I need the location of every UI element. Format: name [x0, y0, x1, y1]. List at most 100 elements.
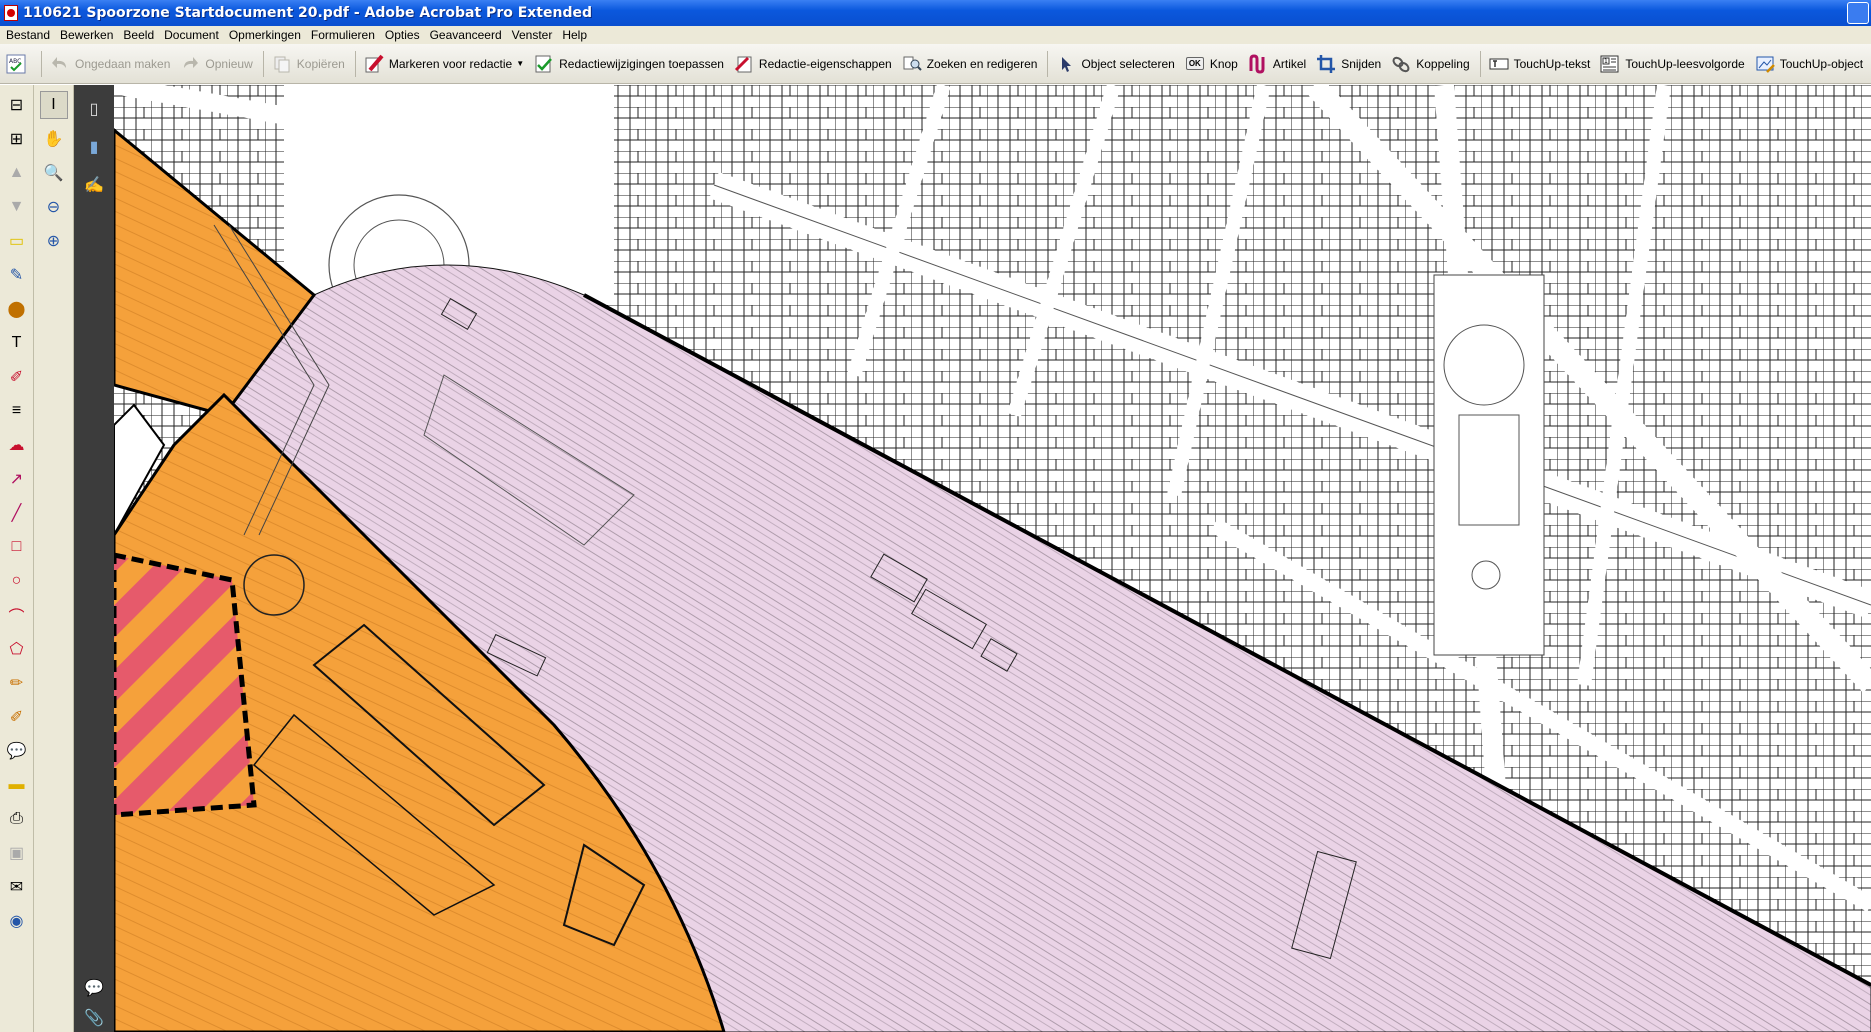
- undo-label: Ongedaan maken: [75, 56, 171, 71]
- copy-button[interactable]: Kopiëren: [268, 49, 351, 79]
- redaction-properties-label: Redactie-eigenschappen: [758, 56, 892, 71]
- touchup-object-button[interactable]: TouchUp-object: [1751, 49, 1869, 79]
- menu-geavanceerd[interactable]: Geavanceerd: [426, 26, 508, 44]
- toolbar-separator: [1479, 50, 1481, 77]
- stamp-icon[interactable]: ⬤: [3, 295, 31, 323]
- copy-label: Kopiëren: [296, 56, 345, 71]
- map-drawing: [114, 85, 1871, 1032]
- bookmarks-panel-icon[interactable]: ▮: [80, 133, 108, 161]
- redaction-marker-icon: [364, 54, 384, 74]
- touchup-text-icon: [1489, 54, 1509, 74]
- toolbar-separator: [354, 50, 356, 77]
- navigation-tool-pane: I ✋ 🔍 ⊖ ⊕: [34, 85, 74, 1032]
- redo-label: Opnieuw: [205, 56, 253, 71]
- polygon-tool-icon[interactable]: ⬠: [3, 635, 31, 663]
- mark-redaction-button[interactable]: Markeren voor redactie ▼: [360, 49, 530, 79]
- chevron-down-icon[interactable]: ▼: [516, 59, 524, 68]
- touchup-reading-order-button[interactable]: 1 TouchUp-leesvolgorde: [1596, 49, 1750, 79]
- menu-opties[interactable]: Opties: [381, 26, 426, 44]
- print-icon[interactable]: ⎙: [3, 805, 31, 833]
- save-icon[interactable]: ▣: [3, 839, 31, 867]
- select-object-label: Object selecteren: [1081, 56, 1175, 71]
- text-edit-icon[interactable]: ✎: [3, 261, 31, 289]
- globe-icon[interactable]: ◉: [3, 907, 31, 935]
- arrow-down-icon[interactable]: ▼: [3, 193, 31, 221]
- copy-icon: [272, 54, 292, 74]
- hatched-redevelopment-area: [114, 552, 257, 818]
- lines-icon[interactable]: ≡: [3, 397, 31, 425]
- menu-document[interactable]: Document: [160, 26, 225, 44]
- oval-tool-icon[interactable]: ○: [3, 567, 31, 595]
- eraser-tool-icon[interactable]: ✐: [3, 703, 31, 731]
- search-redact-button[interactable]: Zoeken en redigeren: [898, 49, 1044, 79]
- park-area: [1433, 274, 1545, 656]
- svg-text:1: 1: [1604, 58, 1608, 65]
- zoom-in-icon[interactable]: ⊕: [40, 227, 68, 255]
- document-page-view[interactable]: [114, 85, 1871, 1032]
- redo-button[interactable]: Opnieuw: [176, 49, 258, 79]
- select-object-button[interactable]: Object selecteren: [1052, 49, 1180, 79]
- window-titlebar: 110621 Spoorzone Startdocument 20.pdf - …: [0, 0, 1871, 26]
- spell-check-button[interactable]: ABC: [2, 49, 37, 79]
- button-tool-button[interactable]: OK Knop: [1181, 49, 1244, 79]
- touchup-text-button[interactable]: TouchUp-tekst: [1485, 49, 1597, 79]
- menu-bestand[interactable]: Bestand: [2, 26, 56, 44]
- redo-icon: [180, 54, 200, 74]
- spell-check-icon: ABC: [6, 54, 26, 74]
- menu-opmerkingen[interactable]: Opmerkingen: [225, 26, 307, 44]
- touchup-reading-order-label: TouchUp-leesvolgorde: [1625, 56, 1745, 71]
- menu-venster[interactable]: Venster: [508, 26, 559, 44]
- ok-button-icon-text: OK: [1185, 57, 1204, 70]
- cloud-icon[interactable]: ☁: [3, 431, 31, 459]
- crop-button[interactable]: Snijden: [1312, 49, 1387, 79]
- note-comment-icon[interactable]: ▭: [3, 227, 31, 255]
- reading-order-icon: 1: [1600, 54, 1620, 74]
- touchup-text-label: TouchUp-tekst: [1513, 56, 1591, 71]
- comments-panel-icon[interactable]: 💬: [80, 974, 108, 1002]
- menu-bewerken[interactable]: Bewerken: [56, 26, 119, 44]
- polyline-tool-icon[interactable]: ⌒: [3, 601, 31, 629]
- attachments-panel-icon[interactable]: 📎: [80, 1004, 108, 1032]
- hand-tool-icon[interactable]: ✋: [40, 125, 68, 153]
- crop-icon: [1316, 54, 1336, 74]
- search-redact-label: Zoeken en redigeren: [926, 56, 1038, 71]
- window-control-button[interactable]: [1847, 2, 1869, 24]
- zoom-out-icon[interactable]: ⊖: [40, 193, 68, 221]
- link-icon: [1391, 54, 1411, 74]
- touchup-object-label: TouchUp-object: [1779, 56, 1864, 71]
- email-icon[interactable]: ✉: [3, 873, 31, 901]
- menu-beeld[interactable]: Beeld: [119, 26, 160, 44]
- cursor-arrow-icon: [1056, 54, 1076, 74]
- text-box-icon[interactable]: T: [3, 329, 31, 357]
- link-button[interactable]: Koppeling: [1387, 49, 1475, 79]
- menu-formulieren[interactable]: Formulieren: [307, 26, 381, 44]
- article-button[interactable]: Artikel: [1244, 49, 1312, 79]
- acrobat-app-icon: [4, 5, 18, 21]
- pages-panel-icon[interactable]: ▯: [80, 95, 108, 123]
- arrow-up-icon[interactable]: ▲: [3, 159, 31, 187]
- line-tool-icon[interactable]: ╱: [3, 499, 31, 527]
- apply-redactions-button[interactable]: Redactiewijzigingen toepassen: [530, 49, 730, 79]
- rectangle-tool-icon[interactable]: □: [3, 533, 31, 561]
- menubar: Bestand Bewerken Beeld Document Opmerkin…: [0, 26, 1871, 44]
- signatures-panel-icon[interactable]: ✍: [80, 171, 108, 199]
- toolbar-separator: [1047, 50, 1049, 77]
- navigation-panel-tabs: ▯ ▮ ✍ 💬 📎: [74, 85, 114, 1032]
- button-tool-label: Knop: [1209, 56, 1238, 71]
- redaction-properties-icon: [734, 54, 754, 74]
- fit-width-icon[interactable]: ⊞: [3, 125, 31, 153]
- pencil-tool-icon[interactable]: ✏: [3, 669, 31, 697]
- arrow-tool-icon[interactable]: ↗: [3, 465, 31, 493]
- zoom-tool-icon[interactable]: 🔍: [40, 159, 68, 187]
- undo-button[interactable]: Ongedaan maken: [46, 49, 176, 79]
- folder-icon[interactable]: ▬: [3, 771, 31, 799]
- callout-icon[interactable]: ✐: [3, 363, 31, 391]
- fit-page-icon[interactable]: ⊟: [3, 91, 31, 119]
- comment-bubble-icon[interactable]: 💬: [3, 737, 31, 765]
- left-tools-toolbar: ⊟ ⊞ ▲ ▼ ▭ ✎ ⬤ T ✐ ≡ ☁ ↗ ╱ □ ○ ⌒ ⬠ ✏ ✐ 💬 …: [0, 85, 34, 1032]
- menu-help[interactable]: Help: [558, 26, 593, 44]
- redaction-properties-button[interactable]: Redactie-eigenschappen: [730, 49, 898, 79]
- search-redact-icon: [902, 54, 922, 74]
- article-label: Artikel: [1272, 56, 1307, 71]
- select-text-tool-icon[interactable]: I: [39, 91, 68, 119]
